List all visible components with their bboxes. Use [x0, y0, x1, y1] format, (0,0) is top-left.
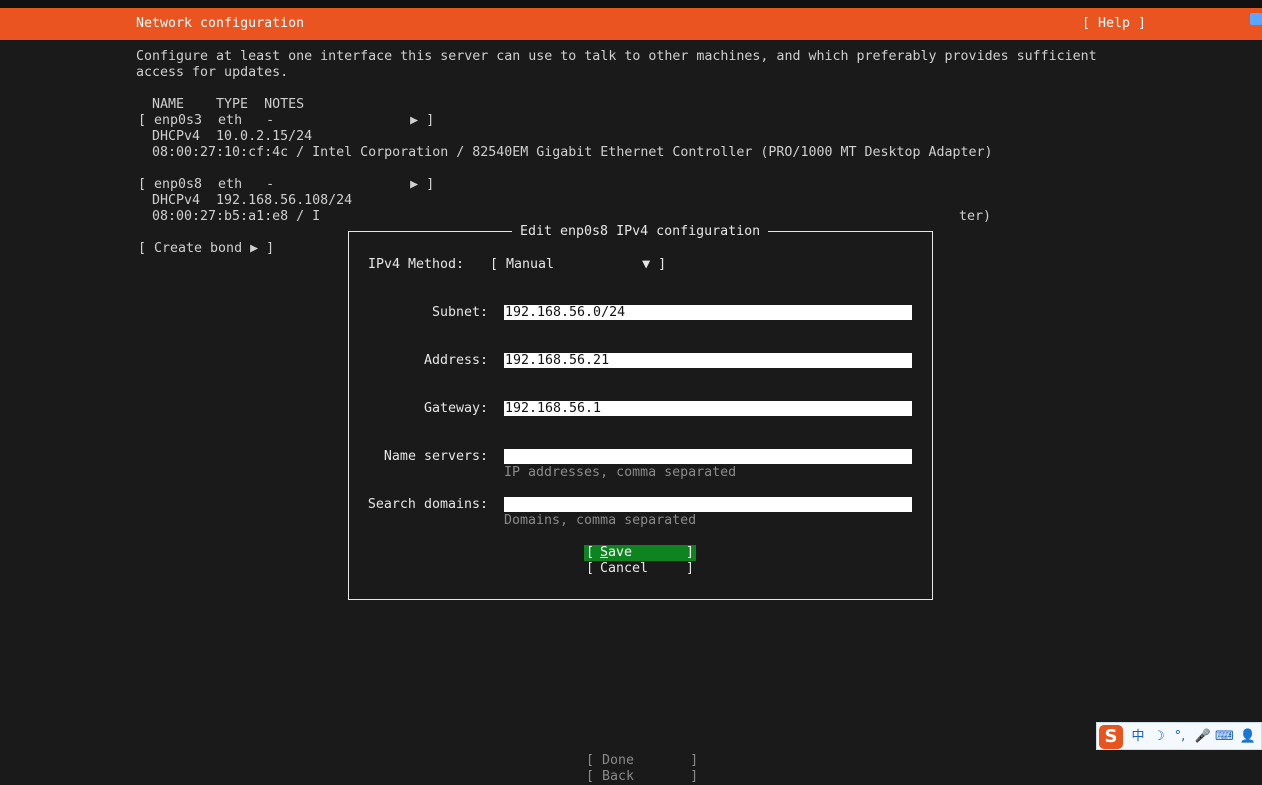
save-bracket-left: [: [586, 545, 595, 560]
save-button[interactable]: [ Save ]: [584, 545, 696, 561]
punctuation-icon[interactable]: °,: [1171, 727, 1189, 747]
page-title: Network configuration: [136, 16, 305, 31]
ime-toolbar: S 中 ☽ °, 🎤 ⌨ 👤: [1096, 722, 1262, 750]
interface-row-enp0s8[interactable]: [ enp0s8 eth - ▶ ]: [138, 177, 434, 193]
name-servers-hint: IP addresses, comma separated: [504, 465, 737, 480]
gateway-input[interactable]: [504, 401, 912, 416]
save-bracket-right: ]: [685, 545, 694, 560]
interface-hw-enp0s8-tail: ter): [959, 209, 992, 224]
interface-proto-enp0s8: DHCPv4 192.168.56.108/24: [152, 193, 353, 208]
help-button[interactable]: [ Help ]: [1082, 16, 1146, 31]
dialog-title: Edit enp0s8 IPv4 configuration: [512, 224, 769, 240]
ipv4-method-select[interactable]: [ Manual ▼ ]: [490, 257, 666, 273]
cancel-label: Cancel: [600, 561, 649, 576]
microphone-icon[interactable]: 🎤: [1194, 727, 1212, 747]
gateway-label: Gateway:: [423, 401, 488, 416]
address-input[interactable]: [504, 353, 912, 368]
name-servers-input[interactable]: [504, 449, 912, 464]
user-icon[interactable]: 👤: [1239, 727, 1257, 747]
search-domains-label: Search domains:: [367, 497, 488, 512]
interface-row-enp0s3[interactable]: [ enp0s3 eth - ▶ ]: [138, 113, 434, 129]
header-bar: Network configuration [ Help ]: [0, 8, 1262, 40]
ipv4-method-label: IPv4 Method:: [368, 257, 465, 272]
top-strip: [0, 0, 1262, 8]
keyboard-icon[interactable]: ⌨: [1215, 727, 1234, 747]
subnet-label: Subnet:: [431, 305, 488, 320]
back-button[interactable]: [ Back ]: [586, 769, 698, 785]
interface-hw-enp0s8: 08:00:27:b5:a1:e8 / I: [152, 209, 321, 224]
interface-proto-enp0s3: DHCPv4 10.0.2.15/24: [152, 129, 313, 144]
save-label: Save: [600, 545, 632, 561]
subnet-input[interactable]: [504, 305, 912, 320]
cancel-bracket-right: ]: [685, 561, 694, 576]
save-label-rest: ave: [608, 545, 633, 560]
address-label: Address:: [423, 353, 488, 368]
interface-hw-enp0s3: 08:00:27:10:cf:4c / Intel Corporation / …: [152, 145, 993, 160]
cancel-button[interactable]: [ Cancel ]: [584, 561, 696, 577]
sogou-logo-icon[interactable]: S: [1099, 725, 1123, 749]
cancel-bracket-left: [: [586, 561, 595, 576]
intro-line-1: Configure at least one interface this se…: [136, 49, 1097, 64]
table-header: NAME TYPE NOTES: [152, 97, 305, 112]
create-bond-button[interactable]: [ Create bond ▶ ]: [138, 241, 274, 257]
intro-line-2: access for updates.: [136, 65, 289, 80]
search-domains-input[interactable]: [504, 497, 912, 512]
save-label-accel: S: [600, 545, 609, 560]
moon-icon[interactable]: ☽: [1150, 727, 1168, 747]
name-servers-label: Name servers:: [383, 449, 488, 464]
search-domains-hint: Domains, comma separated: [504, 513, 697, 528]
done-button[interactable]: [ Done ]: [586, 753, 698, 769]
notification-icon[interactable]: [1250, 13, 1262, 25]
chinese-mode-icon[interactable]: 中: [1129, 727, 1147, 747]
